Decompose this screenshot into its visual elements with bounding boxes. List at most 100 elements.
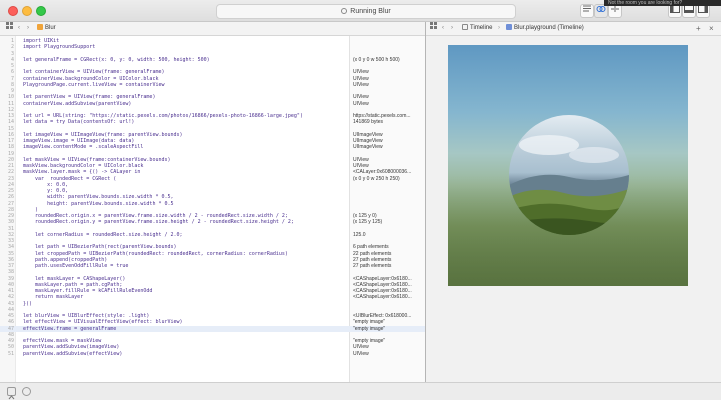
code-line[interactable]: 36 path.append(croppedPath) 27 path eleme…: [0, 257, 425, 263]
result-value[interactable]: UIView: [353, 76, 425, 82]
code-line[interactable]: 2 import PlaygroundSupport: [0, 44, 425, 50]
code-text[interactable]: path.usesEvenOddFillRule = true: [23, 263, 128, 269]
code-text[interactable]: let generalFrame = CGRect(x: 0, y: 0, wi…: [23, 57, 210, 63]
code-text[interactable]: effectView.frame = generalFrame: [23, 326, 116, 332]
result-value[interactable]: "empty image": [353, 338, 425, 344]
code-line[interactable]: 41 maskLayer.fillRule = kCAFillRuleEvenO…: [0, 288, 425, 294]
result-value[interactable]: (x 125 y 125): [353, 219, 425, 225]
code-line[interactable]: 37 path.usesEvenOddFillRule = true 27 pat…: [0, 263, 425, 269]
code-text[interactable]: containerView.addSubview(parentView): [23, 101, 131, 107]
back-arrow-icon[interactable]: ‹: [18, 22, 20, 35]
code-line[interactable]: 45 let blurView = UIBlurEffect(style: .li…: [0, 313, 425, 319]
minimize-window-button[interactable]: [22, 6, 32, 16]
result-value[interactable]: 141869 bytes: [353, 119, 425, 125]
code-text[interactable]: let parentView = UIView(frame: generalFr…: [23, 94, 155, 100]
code-line[interactable]: 31: [0, 226, 425, 232]
code-text[interactable]: let blurView = UIBlurEffect(style: .ligh…: [23, 313, 149, 319]
code-text[interactable]: let effectView = UIVisualEffectView(effe…: [23, 319, 183, 325]
add-assistant-button[interactable]: +: [696, 22, 701, 35]
result-value[interactable]: 6 path elements: [353, 244, 425, 250]
code-text[interactable]: let croppedPath = UIBezierPath(roundedRe…: [23, 251, 288, 257]
code-text[interactable]: PlaygroundPage.current.liveView = contai…: [23, 82, 164, 88]
code-line[interactable]: 17 imageView.image = UIImage(data: data) U…: [0, 138, 425, 144]
code-line[interactable]: 4 let generalFrame = CGRect(x: 0, y: 0, w…: [0, 57, 425, 63]
result-value[interactable]: UIImageView: [353, 144, 425, 150]
code-text[interactable]: let path = UIBezierPath(rect(parentView.…: [23, 244, 177, 250]
code-text[interactable]: let url = URL(string: "https://static.pe…: [23, 113, 303, 119]
result-value[interactable]: UIImageView: [353, 138, 425, 144]
code-text[interactable]: imageView.contentMode = .scaleAspectFill: [23, 144, 143, 150]
code-line[interactable]: 19: [0, 151, 425, 157]
code-line[interactable]: 47 effectView.frame = generalFrame "empty …: [0, 325, 425, 332]
code-line[interactable]: 5: [0, 63, 425, 69]
result-value[interactable]: UIView: [353, 94, 425, 100]
result-value[interactable]: UIView: [353, 344, 425, 350]
code-line[interactable]: 49 effectView.mask = maskView "empty image…: [0, 338, 425, 344]
code-line[interactable]: 7 containerView.backgroundColor = UIColor…: [0, 76, 425, 82]
code-line[interactable]: 40 maskLayer.path = path.cgPath; <CAShape…: [0, 282, 425, 288]
code-text[interactable]: parentView.addSubview(effectView): [23, 351, 122, 357]
close-assistant-button[interactable]: ×: [709, 22, 714, 35]
result-value[interactable]: UIView: [353, 351, 425, 357]
code-text[interactable]: let containerView = UIView(frame: genera…: [23, 69, 164, 75]
code-line[interactable]: 39 let maskLayer = CAShapeLayer() <CAShap…: [0, 276, 425, 282]
code-line[interactable]: 29 roundedRect.origin.x = parentView.fra…: [0, 213, 425, 219]
result-value[interactable]: "empty image": [353, 326, 425, 332]
code-line[interactable]: 26 width: parentView.bounds.size.width *…: [0, 194, 425, 200]
code-line[interactable]: 42 return maskLayer <CAShapeLayer:0x6180.…: [0, 294, 425, 300]
code-text[interactable]: effectView.mask = maskView: [23, 338, 101, 344]
result-value[interactable]: 125.0: [353, 232, 425, 238]
code-line[interactable]: 15: [0, 126, 425, 132]
result-value[interactable]: (x 0 y 0 w 250 h 250): [353, 176, 425, 182]
code-line[interactable]: 8 PlaygroundPage.current.liveView = conta…: [0, 82, 425, 88]
code-line[interactable]: 11 containerView.addSubview(parentView) UI…: [0, 101, 425, 107]
result-value[interactable]: <CAShapeLayer:0x6180...: [353, 294, 425, 300]
code-line[interactable]: 51 parentView.addSubview(effectView) UIVie…: [0, 351, 425, 357]
code-text[interactable]: ): [23, 207, 38, 213]
code-line[interactable]: 18 imageView.contentMode = .scaleAspectFi…: [0, 144, 425, 150]
version-editor-icon[interactable]: [608, 4, 622, 18]
code-line[interactable]: 13 let url = URL(string: "https://static.…: [0, 113, 425, 119]
live-view[interactable]: [448, 45, 688, 286]
assistant-back-arrow-icon[interactable]: ‹: [442, 22, 444, 35]
timeline-file-crumb[interactable]: Blur.playground (Timeline): [506, 22, 584, 35]
code-text[interactable]: import UIKit: [23, 38, 59, 44]
result-value[interactable]: UIView: [353, 69, 425, 75]
related-items-grid-icon[interactable]: [6, 22, 13, 35]
result-value[interactable]: https://static.pexels.com...: [353, 113, 425, 119]
code-line[interactable]: 14 let data = try Data(contentsOf: url!) 1…: [0, 119, 425, 125]
code-text[interactable]: maskView.backgroundColor = UIColor.black: [23, 163, 143, 169]
result-value[interactable]: (x 0 y 0 w 500 h 500): [353, 57, 425, 63]
code-line[interactable]: 23 var roundedRect = CGRect ((x 0 y 0 w …: [0, 176, 425, 182]
code-text[interactable]: maskLayer.fillRule = kCAFillRuleEvenOdd: [23, 288, 152, 294]
code-line[interactable]: 34 let path = UIBezierPath(rect(parentVi…: [0, 244, 425, 250]
code-text[interactable]: let cornerRadius = roundedRect.size.heig…: [23, 232, 183, 238]
code-text[interactable]: roundedRect.origin.x = parentView.frame.…: [23, 213, 288, 219]
assistant-grid-icon[interactable]: [430, 22, 437, 35]
code-text[interactable]: import PlaygroundSupport: [23, 44, 95, 50]
editor-file-crumb[interactable]: Blur: [37, 22, 56, 35]
code-line[interactable]: 35 let croppedPath = UIBezierPath(rounde…: [0, 251, 425, 257]
code-line[interactable]: 28 ): [0, 207, 425, 213]
code-line[interactable]: 44: [0, 307, 425, 313]
result-value[interactable]: (x 125 y 0): [353, 213, 425, 219]
result-value[interactable]: <CAShapeLayer:0x6180...: [353, 276, 425, 282]
code-line[interactable]: 22 maskView.layer.mask = {() -> CALayer i…: [0, 169, 425, 175]
code-text[interactable]: path.append(croppedPath): [23, 257, 107, 263]
result-value[interactable]: UIImageView: [353, 132, 425, 138]
code-text[interactable]: let imageView = UIImageView(frame: paren…: [23, 132, 183, 138]
code-text[interactable]: let data = try Data(contentsOf: url!): [23, 119, 134, 125]
code-text[interactable]: imageView.image = UIImage(data: data): [23, 138, 134, 144]
code-text[interactable]: roundedRect.origin.y = parentView.frame.…: [23, 219, 294, 225]
result-value[interactable]: "empty image": [353, 319, 425, 325]
code-line[interactable]: 24 x: 0.0,: [0, 182, 425, 188]
code-line[interactable]: 46 let effectView = UIVisualEffectView(ef…: [0, 319, 425, 325]
code-text[interactable]: let maskLayer = CAShapeLayer(): [23, 276, 125, 282]
code-line[interactable]: 50 parentView.addSubview(imageView) UIView: [0, 344, 425, 350]
close-window-button[interactable]: [8, 6, 18, 16]
show-debug-area-icon[interactable]: [7, 387, 16, 400]
run-playground-icon[interactable]: [22, 387, 31, 396]
code-line[interactable]: 9: [0, 88, 425, 94]
result-value[interactable]: UIView: [353, 157, 425, 163]
code-line[interactable]: 16 let imageView = UIImageView(frame: par…: [0, 132, 425, 138]
